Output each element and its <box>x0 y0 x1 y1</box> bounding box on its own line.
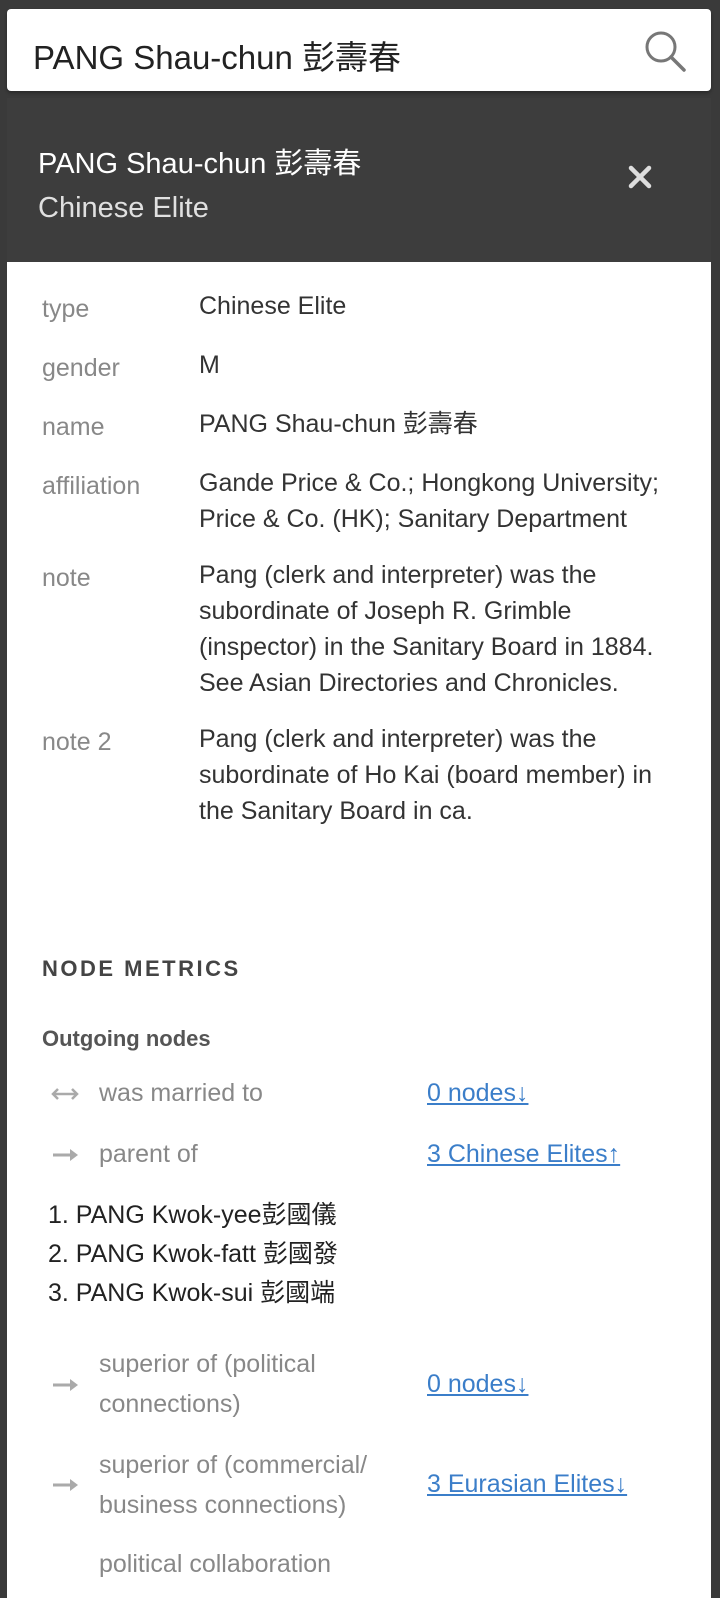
node-metrics-heading: NODE METRICS <box>42 956 241 981</box>
attr-key: gender <box>42 354 120 382</box>
relation-label: superior of (political connections) <box>99 1350 316 1418</box>
relation-label: superior of (commercial/ business connec… <box>99 1451 368 1519</box>
node-title: PANG Shau-chun 彭壽春 <box>38 148 362 180</box>
node-type-subtitle: Chinese Elite <box>38 192 209 224</box>
right-arrow-icon <box>53 1149 78 1161</box>
list-item[interactable]: 3. PANG Kwok-sui 彭國端 <box>48 1274 338 1313</box>
relation-count-link[interactable]: 3 Chinese Elites↑ <box>427 1140 620 1169</box>
attr-row-affiliation: affiliation Gande Price & Co.; Hongkong … <box>42 465 682 537</box>
attr-key: note <box>42 564 91 592</box>
node-detail-panel: PANG Shau-chun 彭壽春 Chinese Elite type Ch… <box>7 98 711 1598</box>
attr-key: name <box>42 413 105 441</box>
attr-value: M <box>199 351 220 379</box>
attr-row-note-2: note 2 Pang (clerk and interpreter) was … <box>42 721 682 829</box>
attr-key: type <box>42 295 90 323</box>
list-item[interactable]: 2. PANG Kwok-fatt 彭國發 <box>48 1235 338 1274</box>
list-item[interactable]: 1. PANG Kwok-yee彭國儀 <box>48 1196 338 1235</box>
relation-label: was married to <box>99 1079 263 1107</box>
panel-header: PANG Shau-chun 彭壽春 Chinese Elite <box>7 98 711 262</box>
relation-label: political collaboration <box>99 1550 332 1578</box>
search-input[interactable]: PANG Shau-chun 彭壽春 <box>33 31 401 79</box>
relation-count-link[interactable]: 0 nodes↓ <box>427 1370 528 1399</box>
attr-value: Pang (clerk and interpreter) was the sub… <box>199 725 653 825</box>
attr-key: affiliation <box>42 472 141 500</box>
attr-value: Gande Price & Co.; Hongkong University; … <box>199 469 659 533</box>
attr-value: Pang (clerk and interpreter) was the sub… <box>199 561 654 697</box>
relation-label: parent of <box>99 1140 198 1168</box>
search-bar[interactable]: PANG Shau-chun 彭壽春 <box>7 9 711 91</box>
attr-value: PANG Shau-chun 彭壽春 <box>199 410 478 438</box>
right-arrow-icon <box>53 1479 78 1491</box>
attr-row-type: type Chinese Elite <box>42 288 682 327</box>
relation-count-link[interactable]: 0 nodes↓ <box>427 1079 528 1108</box>
search-icon[interactable] <box>643 29 687 73</box>
attr-row-name: name PANG Shau-chun 彭壽春 <box>42 406 682 445</box>
right-arrow-icon <box>53 1379 78 1391</box>
children-list: 1. PANG Kwok-yee彭國儀 2. PANG Kwok-fatt 彭國… <box>48 1196 338 1313</box>
outgoing-nodes-heading: Outgoing nodes <box>42 1026 211 1051</box>
attr-value: Chinese Elite <box>199 292 347 320</box>
double-arrow-icon <box>51 1088 79 1100</box>
relation-count-link[interactable]: 3 Eurasian Elites↓ <box>427 1470 627 1499</box>
close-icon[interactable] <box>627 164 653 190</box>
attr-key: note 2 <box>42 728 112 756</box>
attr-row-note: note Pang (clerk and interpreter) was th… <box>42 557 682 701</box>
attribute-table: type Chinese Elite gender M name PANG Sh… <box>42 288 682 1008</box>
attr-row-gender: gender M <box>42 347 682 386</box>
